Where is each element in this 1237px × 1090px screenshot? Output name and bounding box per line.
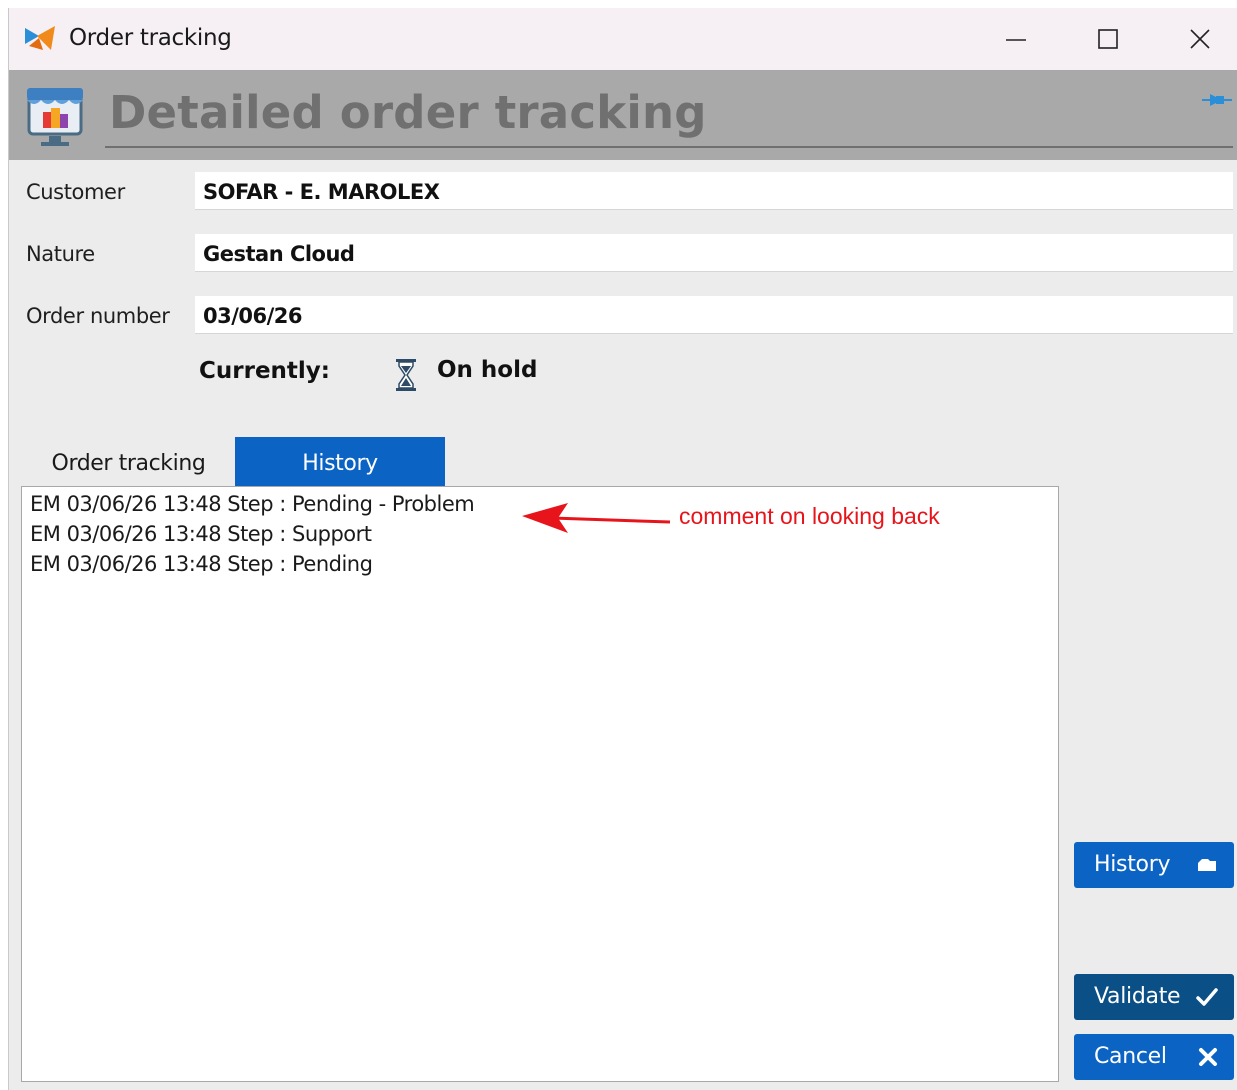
history-button-label: History [1094, 852, 1171, 877]
annotation-text: comment on looking back [679, 503, 940, 529]
cancel-button-label: Cancel [1094, 1044, 1167, 1069]
annotation-arrow-icon [522, 503, 671, 533]
close-icon [1190, 29, 1210, 49]
header-divider [105, 146, 1233, 148]
validate-button-label: Validate [1094, 984, 1181, 1009]
store-icon [27, 88, 83, 146]
checkmark-icon [1196, 988, 1218, 1006]
customer-field[interactable]: SOFAR - E. MAROLEX [195, 172, 1233, 210]
log-line: EM 03/06/26 13:48 Step : Support [30, 522, 372, 546]
minimize-button[interactable] [979, 8, 1051, 70]
maximize-icon [1098, 29, 1118, 49]
nature-value: Gestan Cloud [203, 242, 355, 266]
close-window-button[interactable] [1163, 8, 1235, 70]
page-title: Detailed order tracking [109, 86, 707, 139]
cancel-button[interactable]: Cancel [1074, 1034, 1234, 1080]
close-icon [1199, 1048, 1217, 1066]
order-tracking-window: Order tracking Detailed order tracking C… [8, 8, 1237, 1090]
pin-icon[interactable] [1202, 92, 1232, 108]
nature-label: Nature [26, 242, 95, 266]
minimize-icon [1006, 39, 1026, 41]
tab-order-tracking[interactable]: Order tracking [23, 437, 234, 487]
history-log-panel[interactable]: EM 03/06/26 13:48 Step : Pending - Probl… [21, 486, 1059, 1082]
history-button[interactable]: History [1074, 842, 1234, 888]
customer-label: Customer [26, 180, 125, 204]
order-number-field[interactable]: 03/06/26 [195, 296, 1233, 334]
hourglass-icon [396, 359, 416, 391]
page-header: Detailed order tracking [9, 70, 1237, 160]
title-bar[interactable]: Order tracking [9, 8, 1237, 70]
nature-field[interactable]: Gestan Cloud [195, 234, 1233, 272]
order-number-value: 03/06/26 [203, 304, 303, 328]
status-value: On hold [437, 357, 538, 383]
log-line: EM 03/06/26 13:48 Step : Pending [30, 552, 373, 576]
window-title: Order tracking [69, 25, 232, 51]
validate-button[interactable]: Validate [1074, 974, 1234, 1020]
log-line: EM 03/06/26 13:48 Step : Pending - Probl… [30, 492, 475, 516]
app-logo-icon [25, 26, 55, 50]
customer-value: SOFAR - E. MAROLEX [203, 180, 440, 204]
folder-icon [1198, 859, 1216, 871]
tab-history[interactable]: History [235, 437, 445, 487]
order-number-label: Order number [26, 304, 170, 328]
maximize-button[interactable] [1071, 8, 1143, 70]
status-label: Currently: [199, 358, 330, 384]
